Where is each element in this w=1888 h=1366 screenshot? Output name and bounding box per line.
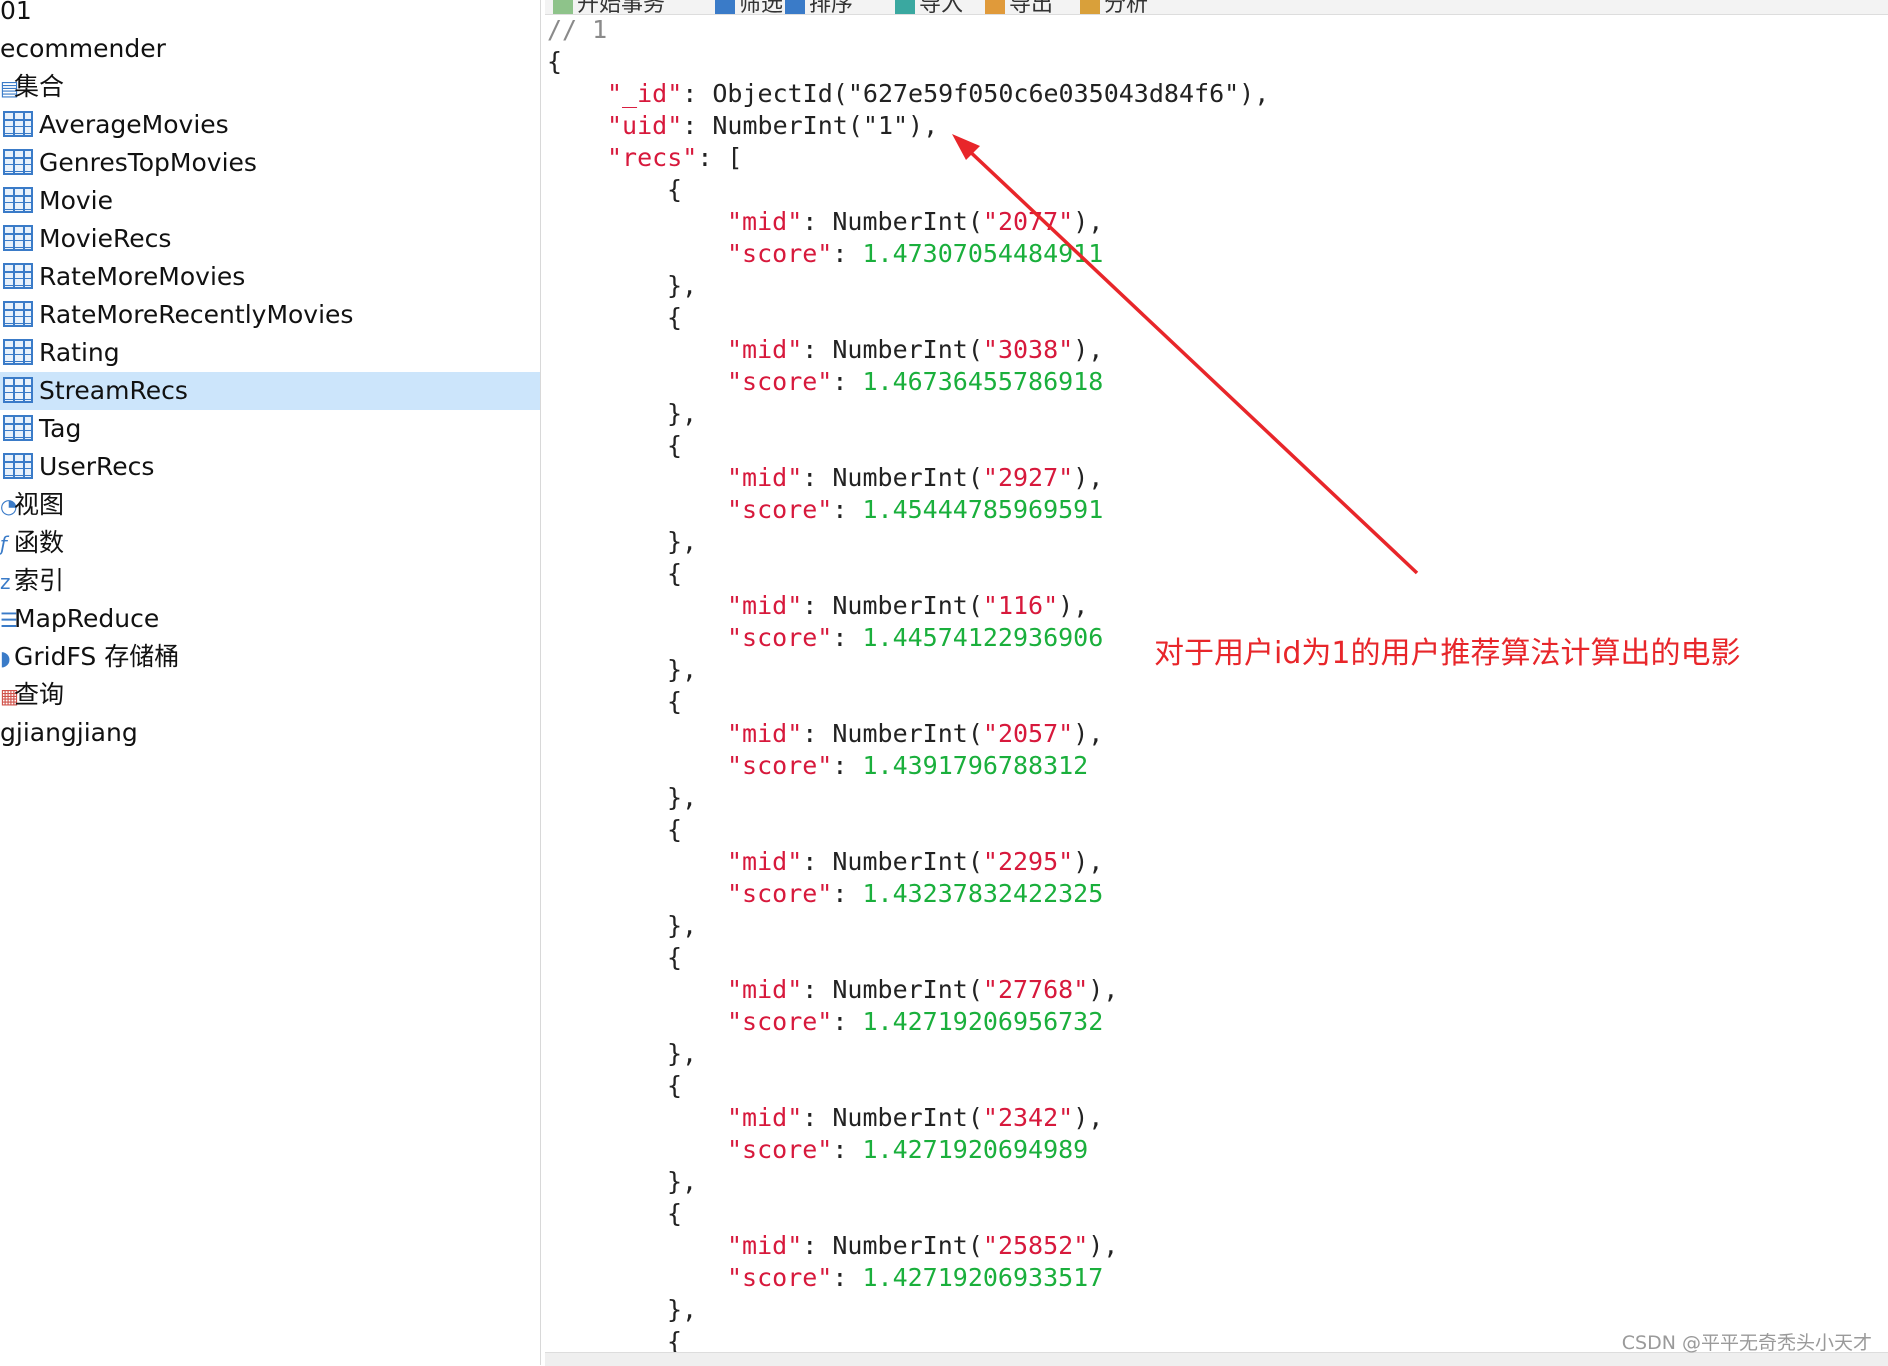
watermark: CSDN @平平无奇秃头小天才: [1621, 1332, 1872, 1354]
annotation-text: 对于用户id为1的用户推荐算法计算出的电影: [1154, 636, 1741, 671]
annotation-arrow: [952, 134, 1419, 575]
